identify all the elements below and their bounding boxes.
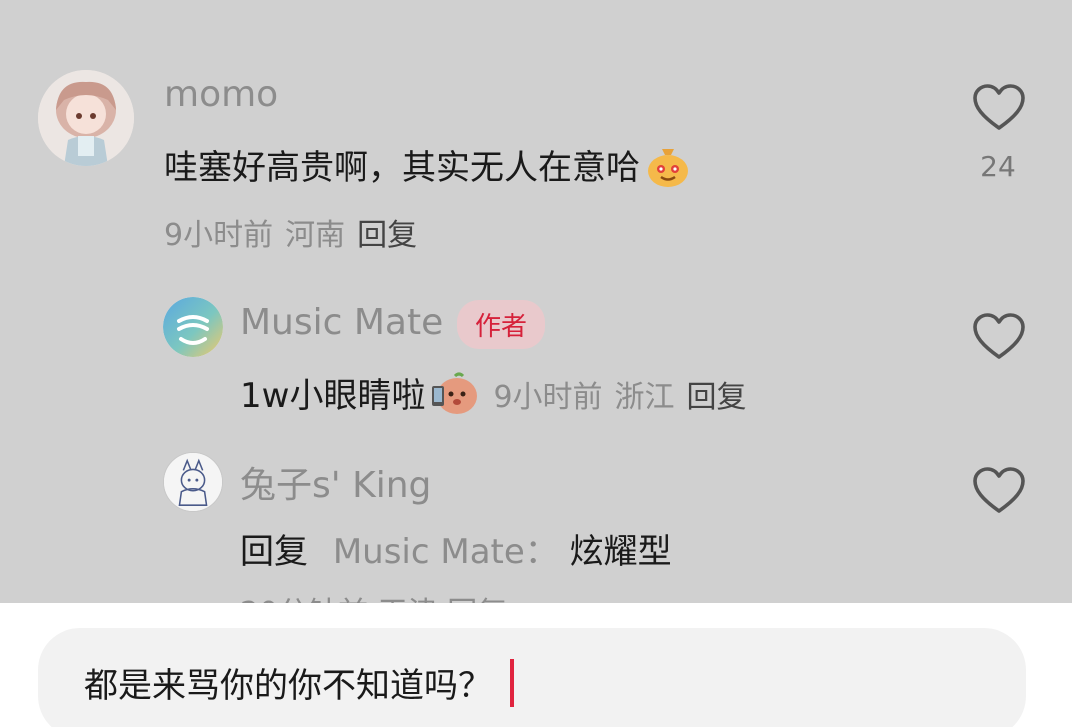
comment-list[interactable]: momo 哇塞好高贵啊，其实无人在意哈 9小时前 河南 回复 24 Music … <box>0 0 1072 603</box>
like-heart-icon[interactable] <box>972 312 1026 362</box>
reply-button[interactable]: 回复 <box>687 380 747 415</box>
reply-to-username[interactable]: Music Mate： <box>333 532 559 572</box>
anime-girl-avatar-icon <box>38 70 134 166</box>
reply-text: 1w小眼睛啦 9小时前 浙江 回复 <box>240 368 759 425</box>
avatar[interactable] <box>163 297 223 357</box>
reply-text: 回复 Music Mate： 炫耀型 <box>240 524 672 573</box>
avatar[interactable] <box>163 452 223 512</box>
like-heart-icon[interactable] <box>972 83 1026 133</box>
reply-meta-partial: 20分钟前 天津 回复 <box>240 588 507 603</box>
reply-username[interactable]: 兔子s' King <box>240 456 431 508</box>
like-count: 24 <box>980 150 1016 183</box>
reply-button[interactable]: 回复 <box>357 218 417 253</box>
reply-location: 浙江 <box>614 380 675 415</box>
reply-meta: 9小时前 浙江 回复 <box>493 380 758 415</box>
comment-meta: 9小时前 河南 回复 <box>164 210 429 254</box>
avatar[interactable] <box>38 70 134 166</box>
reply-text-content: 炫耀型 <box>569 532 672 572</box>
peach-phone-emoji-icon <box>429 370 479 425</box>
comment-input-value: 都是来骂你的你不知道吗？ <box>84 666 492 706</box>
sketch-character-avatar-icon <box>164 453 222 511</box>
money-bag-emoji-icon <box>644 141 692 198</box>
comment-input-area: 都是来骂你的你不知道吗？ <box>0 603 1072 727</box>
reply-text-content: 1w小眼睛啦 <box>240 376 426 416</box>
like-heart-icon[interactable] <box>972 466 1026 516</box>
text-caret <box>510 658 514 707</box>
music-note-avatar-icon <box>163 297 223 357</box>
author-badge: 作者 <box>457 300 546 349</box>
reply-username[interactable]: Music Mate <box>240 302 443 343</box>
comment-text-content: 哇塞好高贵啊，其实无人在意哈 <box>164 148 640 188</box>
comment-text: 哇塞好高贵啊，其实无人在意哈 <box>164 140 692 198</box>
comment-username[interactable]: momo <box>164 74 278 115</box>
reply-time: 9小时前 <box>493 380 603 415</box>
comment-input[interactable]: 都是来骂你的你不知道吗？ <box>38 628 1026 727</box>
comment-time: 9小时前 <box>164 218 274 253</box>
comment-input-text[interactable]: 都是来骂你的你不知道吗？ <box>84 658 514 707</box>
comment-location: 河南 <box>285 218 346 253</box>
comment-screen: momo 哇塞好高贵啊，其实无人在意哈 9小时前 河南 回复 24 Music … <box>0 0 1072 727</box>
reply-prefix: 回复 <box>240 532 308 572</box>
